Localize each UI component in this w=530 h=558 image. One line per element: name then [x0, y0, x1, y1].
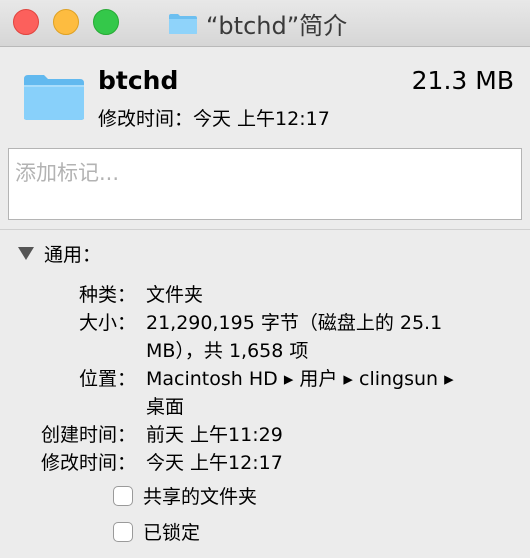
- divider: [0, 229, 530, 230]
- folder-icon: [169, 13, 197, 34]
- size-value-line2: MB），共 1,658 项: [146, 340, 309, 362]
- where-value-line1: Macintosh HD ▸ 用户 ▸ clingsun ▸: [146, 368, 454, 390]
- window-title-text: “btchd”简介: [206, 11, 348, 40]
- general-section-title: 通用：: [44, 244, 102, 266]
- kind-value: 文件夹: [146, 284, 204, 306]
- where-row: 位置： Macintosh HD ▸ 用户 ▸ clingsun ▸ 桌面: [0, 366, 530, 422]
- shared-folder-label: 共享的文件夹: [143, 486, 258, 508]
- created-label: 创建时间：: [40, 424, 136, 446]
- disclosure-triangle-icon: [18, 247, 34, 260]
- item-modified: 修改时间：今天 上午12:17: [98, 108, 330, 130]
- zoom-button[interactable]: [93, 9, 119, 35]
- shared-folder-checkbox[interactable]: 共享的文件夹: [113, 482, 257, 509]
- kind-label: 种类：: [78, 284, 136, 306]
- title-bar: “btchd”简介: [0, 0, 530, 47]
- locked-checkbox[interactable]: 已锁定: [113, 518, 200, 545]
- modified-label: 修改时间：: [40, 452, 136, 474]
- window-title: “btchd”简介: [168, 7, 348, 40]
- created-value: 前天 上午11:29: [146, 424, 283, 446]
- general-section-toggle[interactable]: 通用：: [18, 240, 101, 267]
- checkbox-box[interactable]: [113, 521, 133, 542]
- size-value-line1: 21,290,195 字节（磁盘上的 25.1: [146, 312, 443, 334]
- tags-input[interactable]: 添加标记...: [8, 148, 522, 220]
- modified-value: 今天 上午12:17: [146, 452, 283, 474]
- minimize-button[interactable]: [53, 9, 79, 35]
- size-row: 大小： 21,290,195 字节（磁盘上的 25.1 MB），共 1,658 …: [0, 310, 530, 366]
- item-name: btchd: [98, 66, 179, 95]
- size-label: 大小：: [78, 312, 136, 334]
- where-value-line2: 桌面: [146, 396, 185, 418]
- checkbox-box[interactable]: [113, 485, 133, 506]
- folder-icon-large: [24, 75, 84, 120]
- close-button[interactable]: [13, 9, 39, 35]
- item-size: 21.3 MB: [411, 66, 514, 95]
- locked-label: 已锁定: [143, 522, 201, 544]
- where-label: 位置：: [78, 368, 136, 390]
